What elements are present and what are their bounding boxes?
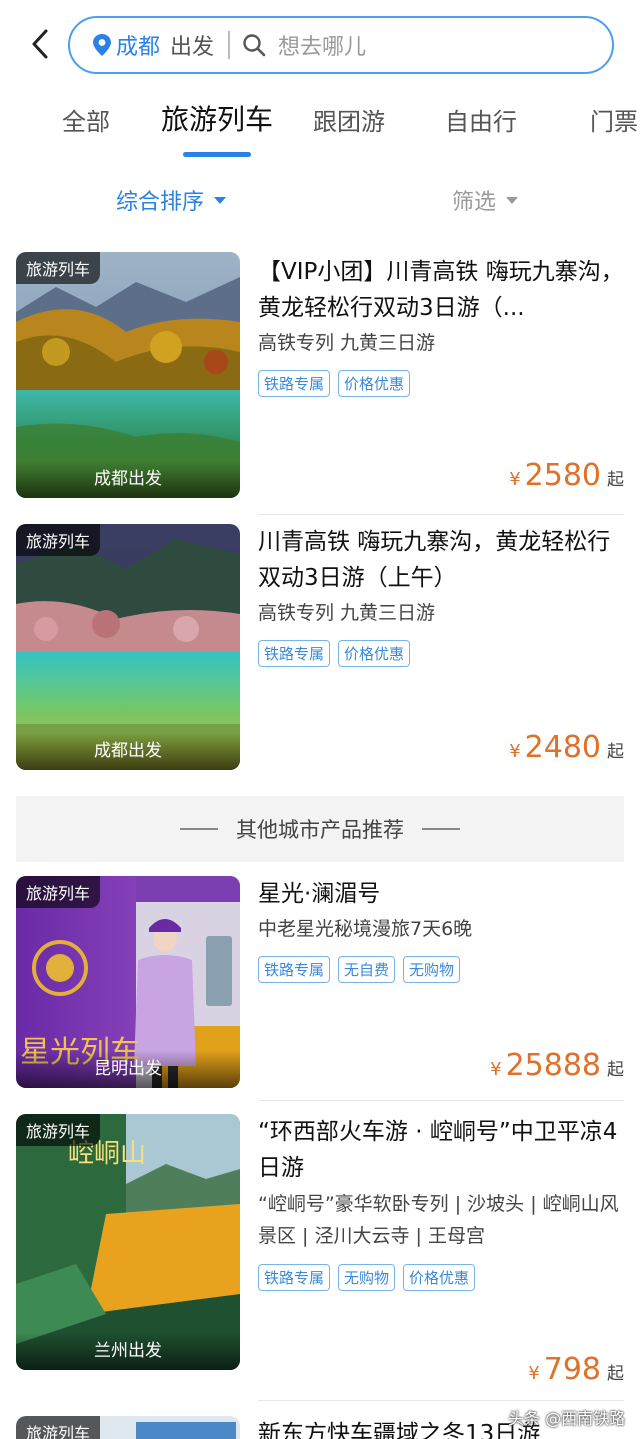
divider — [258, 1400, 624, 1401]
departure-city: 成都出发 — [16, 732, 240, 770]
divider-line — [422, 828, 460, 830]
product-info: 星光·澜湄号 中老星光秘境漫旅7天6晚 铁路专属 无自费 无购物 — [258, 876, 628, 983]
price-value: 2480 — [524, 730, 601, 765]
sort-dropdown[interactable]: 综合排序 — [116, 184, 227, 216]
product-info: “环西部火车游 · 崆峒号”中卫平凉4日游 “崆峒号”豪华软卧专列 | 沙坡头 … — [258, 1114, 628, 1291]
product-price: ¥ 798 起 — [528, 1352, 624, 1387]
product-card[interactable]: 旅游列车 成都出发 【VIP小团】川青高铁 嗨玩九寨沟，黄龙轻松行双动3日游（.… — [0, 252, 640, 524]
tab-all[interactable]: 全部 — [62, 102, 110, 137]
active-tab-indicator — [183, 152, 251, 157]
price-suffix: 起 — [607, 742, 624, 762]
divider-line — [180, 828, 218, 830]
price-value: 2580 — [524, 458, 601, 493]
search-bar[interactable]: 成都 出发 想去哪儿 — [68, 16, 614, 74]
tag: 无购物 — [338, 1264, 396, 1291]
search-input[interactable]: 想去哪儿 — [278, 29, 366, 61]
divider — [258, 1100, 624, 1101]
tag: 价格优惠 — [338, 640, 411, 667]
tag: 铁路专属 — [258, 370, 331, 397]
product-tags: 铁路专属 价格优惠 — [258, 370, 628, 397]
top-bar: 成都 出发 想去哪儿 — [0, 0, 640, 90]
product-image: 旅游列车 — [16, 1416, 240, 1439]
price-suffix: 起 — [607, 1060, 624, 1080]
tag: 价格优惠 — [403, 1264, 476, 1291]
product-image: 旅游列车 成都出发 — [16, 252, 240, 498]
price-value: 798 — [543, 1352, 601, 1387]
product-title: 星光·澜湄号 — [258, 881, 381, 907]
tag: 铁路专属 — [258, 640, 331, 667]
back-button[interactable] — [22, 22, 58, 66]
filter-dropdown[interactable]: 筛选 — [452, 184, 519, 216]
filter-label: 筛选 — [452, 190, 497, 215]
product-badge: 旅游列车 — [16, 1114, 101, 1146]
product-card[interactable]: 旅游列车 成都出发 川青高铁 嗨玩九寨沟，黄龙轻松行双动3日游（上午） 高铁专列… — [0, 524, 640, 786]
product-price: ¥ 2580 起 — [509, 458, 624, 493]
divider — [258, 514, 624, 515]
caret-down-icon — [506, 196, 519, 204]
depart-label: 出发 — [170, 35, 215, 60]
price-suffix: 起 — [607, 1364, 624, 1384]
departure-city: 兰州出发 — [16, 1332, 240, 1370]
currency-symbol: ¥ — [490, 1059, 502, 1080]
caret-down-icon — [214, 196, 227, 204]
product-title: 川青高铁 嗨玩九寨沟，黄龙轻松行双动3日游（上午） — [258, 529, 611, 591]
product-card[interactable]: 崆峒山 旅游列车 兰州出发 “环西部火车游 · 崆峒号”中卫平凉4日游 “崆峒号… — [0, 1114, 640, 1404]
product-badge: 旅游列车 — [16, 252, 101, 284]
chevron-left-icon — [32, 29, 48, 59]
currency-symbol: ¥ — [509, 469, 521, 490]
product-subtitle: 中老星光秘境漫旅7天6晚 — [258, 918, 473, 940]
product-image: 崆峒山 旅游列车 兰州出发 — [16, 1114, 240, 1370]
tab-tickets[interactable]: 门票 — [590, 102, 638, 137]
product-tags: 铁路专属 价格优惠 — [258, 640, 628, 667]
tag: 铁路专属 — [258, 1264, 331, 1291]
city-selector[interactable]: 成都 — [116, 29, 160, 61]
tag: 铁路专属 — [258, 956, 331, 983]
other-city-recommend-header: 其他城市产品推荐 — [16, 796, 624, 862]
product-price: ¥ 25888 起 — [490, 1048, 624, 1083]
product-subtitle: 高铁专列 九黄三日游 — [258, 332, 436, 354]
product-image: 星光列车 旅游列车 昆明出发 — [16, 876, 240, 1088]
sort-filter-bar: 综合排序 筛选 — [0, 180, 640, 220]
departure-city: 成都出发 — [16, 460, 240, 498]
product-price: ¥ 2480 起 — [509, 730, 624, 765]
watermark: 头条 @西南铁路 — [508, 1409, 626, 1428]
product-title: “环西部火车游 · 崆峒号”中卫平凉4日游 — [258, 1119, 618, 1181]
product-tags: 铁路专属 无购物 价格优惠 — [258, 1264, 628, 1291]
tag: 价格优惠 — [338, 370, 411, 397]
sort-label: 综合排序 — [116, 190, 205, 215]
tag: 无购物 — [403, 956, 461, 983]
product-subtitle: “崆峒号”豪华软卧专列 | 沙坡头 | 崆峒山风景区 | 泾川大云寺 | 王母宫 — [258, 1193, 619, 1247]
tab-free-travel[interactable]: 自由行 — [445, 102, 517, 137]
product-info: 川青高铁 嗨玩九寨沟，黄龙轻松行双动3日游（上午） 高铁专列 九黄三日游 铁路专… — [258, 524, 628, 667]
search-icon — [243, 34, 266, 57]
product-badge: 旅游列车 — [16, 1416, 101, 1439]
product-title: 【VIP小团】川青高铁 嗨玩九寨沟，黄龙轻松行双动3日游（... — [258, 259, 624, 321]
recommend-title: 其他城市产品推荐 — [236, 818, 404, 842]
tab-tourist-train[interactable]: 旅游列车 — [161, 98, 273, 138]
currency-symbol: ¥ — [509, 741, 521, 762]
search-separator — [228, 31, 231, 59]
departure-city: 昆明出发 — [16, 1050, 240, 1088]
price-suffix: 起 — [607, 470, 624, 490]
currency-symbol: ¥ — [528, 1363, 540, 1384]
tab-group-tour[interactable]: 跟团游 — [313, 102, 385, 137]
location-pin-icon — [93, 34, 111, 56]
category-tabs: 全部 旅游列车 跟团游 自由行 门票 — [0, 94, 640, 157]
product-card[interactable]: 星光列车 旅游列车 昆明出发 星光·澜湄号 中老星光秘境漫旅7天6晚 铁路专属 … — [0, 876, 640, 1108]
product-subtitle: 高铁专列 九黄三日游 — [258, 602, 436, 624]
product-badge: 旅游列车 — [16, 876, 101, 908]
product-badge: 旅游列车 — [16, 524, 101, 556]
price-value: 25888 — [505, 1048, 601, 1083]
product-tags: 铁路专属 无自费 无购物 — [258, 956, 628, 983]
product-info: 【VIP小团】川青高铁 嗨玩九寨沟，黄龙轻松行双动3日游（... 高铁专列 九黄… — [258, 254, 628, 397]
tag: 无自费 — [338, 956, 396, 983]
product-image: 旅游列车 成都出发 — [16, 524, 240, 770]
